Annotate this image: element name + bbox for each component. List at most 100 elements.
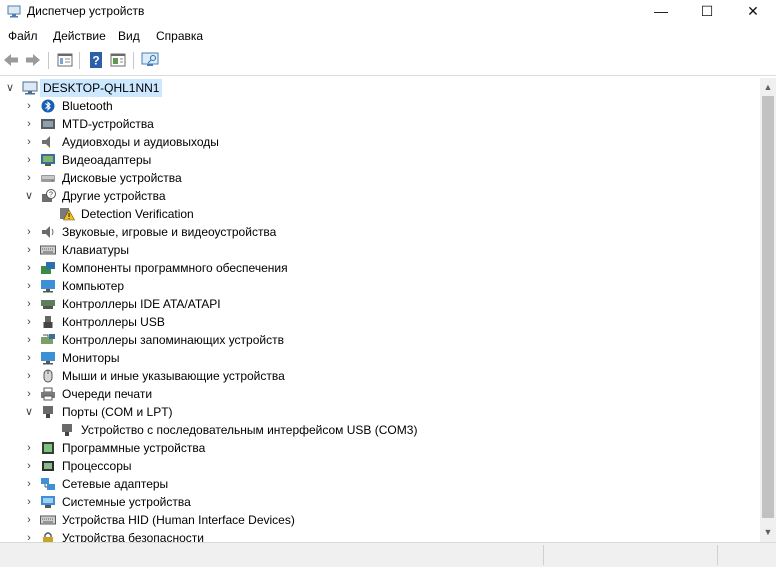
- software-device-icon: [42, 442, 54, 454]
- chevron-down-icon[interactable]: ∨: [23, 187, 35, 205]
- toolbar: ?: [0, 47, 776, 76]
- chevron-right-icon[interactable]: ›: [23, 331, 35, 349]
- mouse-icon: [43, 369, 53, 383]
- tree-item-label: Порты (COM и LPT): [62, 405, 173, 419]
- chevron-right-icon[interactable]: ›: [23, 223, 35, 241]
- toolbar-separator: [133, 52, 134, 69]
- chevron-down-icon[interactable]: ∨: [23, 403, 35, 421]
- close-button[interactable]: ✕: [730, 0, 776, 24]
- system-device-icon: [41, 496, 55, 508]
- device-tree: ∨ DESKTOP-QHL1NN1 › Bluetooth › MTD-устройс…: [0, 78, 760, 542]
- tree-item-label: Устройства безопасности: [62, 531, 204, 542]
- computer-root-icon: [22, 81, 38, 95]
- tree-item-label: Контроллеры запоминающих устройств: [62, 333, 284, 347]
- tree-item-label: Системные устройства: [62, 495, 191, 509]
- help-icon[interactable]: ?: [87, 51, 105, 69]
- chevron-down-icon[interactable]: ∨: [4, 79, 16, 97]
- back-icon[interactable]: [2, 51, 20, 69]
- tree-item-label: Звуковые, игровые и видеоустройства: [62, 225, 277, 239]
- tree-item-label: Устройство с последовательным интерфейсо…: [81, 423, 418, 437]
- tree-item-label: Bluetooth: [62, 99, 113, 113]
- sound-icon: [42, 226, 54, 238]
- menu-action[interactable]: Действие: [53, 29, 106, 43]
- chevron-right-icon[interactable]: ›: [23, 115, 35, 133]
- chevron-right-icon[interactable]: ›: [23, 133, 35, 151]
- scroll-down-icon[interactable]: ▼: [760, 524, 776, 540]
- network-adapter-icon: [41, 478, 55, 490]
- tree-root-label: DESKTOP-QHL1NN1: [40, 79, 163, 97]
- scrollbar-thumb[interactable]: [762, 96, 774, 518]
- tree-item-label: Устройства HID (Human Interface Devices): [62, 513, 295, 527]
- status-divider: [543, 545, 544, 565]
- chevron-right-icon[interactable]: ›: [23, 457, 35, 475]
- tree-item-label: Очереди печати: [62, 387, 153, 401]
- status-divider: [717, 545, 718, 565]
- chevron-right-icon[interactable]: ›: [23, 97, 35, 115]
- chevron-right-icon[interactable]: ›: [23, 529, 35, 542]
- minimize-button[interactable]: —: [638, 0, 684, 24]
- chevron-right-icon[interactable]: ›: [23, 349, 35, 367]
- tree-item-label: Аудиовходы и аудиовыходы: [62, 135, 219, 149]
- printer-icon: [41, 387, 55, 401]
- tree-item-label: Дисковые устройства: [62, 171, 182, 185]
- maximize-button[interactable]: ☐: [684, 0, 730, 24]
- chevron-right-icon[interactable]: ›: [23, 151, 35, 169]
- tree-item-label: MTD-устройства: [62, 117, 154, 131]
- tree-item-label: Программные устройства: [62, 441, 206, 455]
- tree-item-label: Контроллеры IDE ATA/ATAPI: [62, 297, 221, 311]
- audio-io-icon: [42, 136, 50, 148]
- chevron-right-icon[interactable]: ›: [23, 367, 35, 385]
- menu-file[interactable]: Файл: [8, 29, 38, 43]
- svg-text:?: ?: [49, 192, 53, 199]
- chevron-right-icon[interactable]: ›: [23, 385, 35, 403]
- chevron-right-icon[interactable]: ›: [23, 241, 35, 259]
- tree-item-label: Detection Verification: [81, 207, 194, 221]
- window-title: Диспетчер устройств: [27, 4, 145, 18]
- computer-icon: [41, 280, 55, 293]
- chevron-right-icon[interactable]: ›: [23, 295, 35, 313]
- scroll-up-icon[interactable]: ▲: [760, 79, 776, 95]
- keyboard-icon: [40, 245, 56, 255]
- title-bar: Диспетчер устройств — ☐ ✕: [0, 0, 776, 24]
- tree-item-label: Процессоры: [62, 459, 132, 473]
- ide-controller-icon: [41, 300, 55, 309]
- tree-item-label: Мыши и иные указывающие устройства: [62, 369, 285, 383]
- tree-item-label: Другие устройства: [62, 189, 166, 203]
- svg-text:?: ?: [92, 54, 99, 68]
- tree-item-label: Мониторы: [62, 351, 120, 365]
- chevron-right-icon[interactable]: ›: [23, 511, 35, 529]
- vertical-scrollbar[interactable]: ▲ ▼: [760, 78, 776, 542]
- menu-help[interactable]: Справка: [156, 29, 203, 43]
- tree-item-label: Видеоадаптеры: [62, 153, 152, 167]
- properties-icon[interactable]: [56, 51, 74, 69]
- tree-item-label: Компоненты программного обеспечения: [62, 261, 288, 275]
- scan-hardware-icon[interactable]: [141, 51, 159, 69]
- display-adapter-icon: [41, 154, 55, 166]
- hid-icon: [40, 515, 56, 525]
- chevron-right-icon[interactable]: ›: [23, 475, 35, 493]
- security-device-icon: [43, 532, 53, 542]
- forward-icon[interactable]: [24, 51, 42, 69]
- tree-item-label: Контроллеры USB: [62, 315, 165, 329]
- processor-icon: [42, 461, 54, 471]
- chevron-right-icon[interactable]: ›: [23, 169, 35, 187]
- tree-item-label: Сетевые адаптеры: [62, 477, 169, 491]
- chevron-right-icon[interactable]: ›: [23, 259, 35, 277]
- status-bar: [0, 542, 776, 567]
- menu-bar: Файл Действие Вид Справка: [0, 25, 776, 47]
- chevron-right-icon[interactable]: ›: [23, 493, 35, 511]
- chevron-right-icon[interactable]: ›: [23, 313, 35, 331]
- chevron-right-icon[interactable]: ›: [23, 439, 35, 457]
- tree-item-label: Клавиатуры: [62, 243, 129, 257]
- port-icon: [43, 406, 53, 418]
- chevron-right-icon[interactable]: ›: [23, 277, 35, 295]
- storage-controller-icon: [41, 334, 55, 344]
- mtd-icon: [41, 119, 55, 129]
- monitor-icon: [41, 352, 55, 365]
- update-driver-icon[interactable]: [109, 51, 127, 69]
- serial-port-icon: [62, 424, 72, 436]
- disk-icon: [41, 175, 55, 182]
- software-component-icon: [41, 262, 55, 274]
- device-manager-icon: [7, 5, 21, 18]
- menu-view[interactable]: Вид: [118, 29, 140, 43]
